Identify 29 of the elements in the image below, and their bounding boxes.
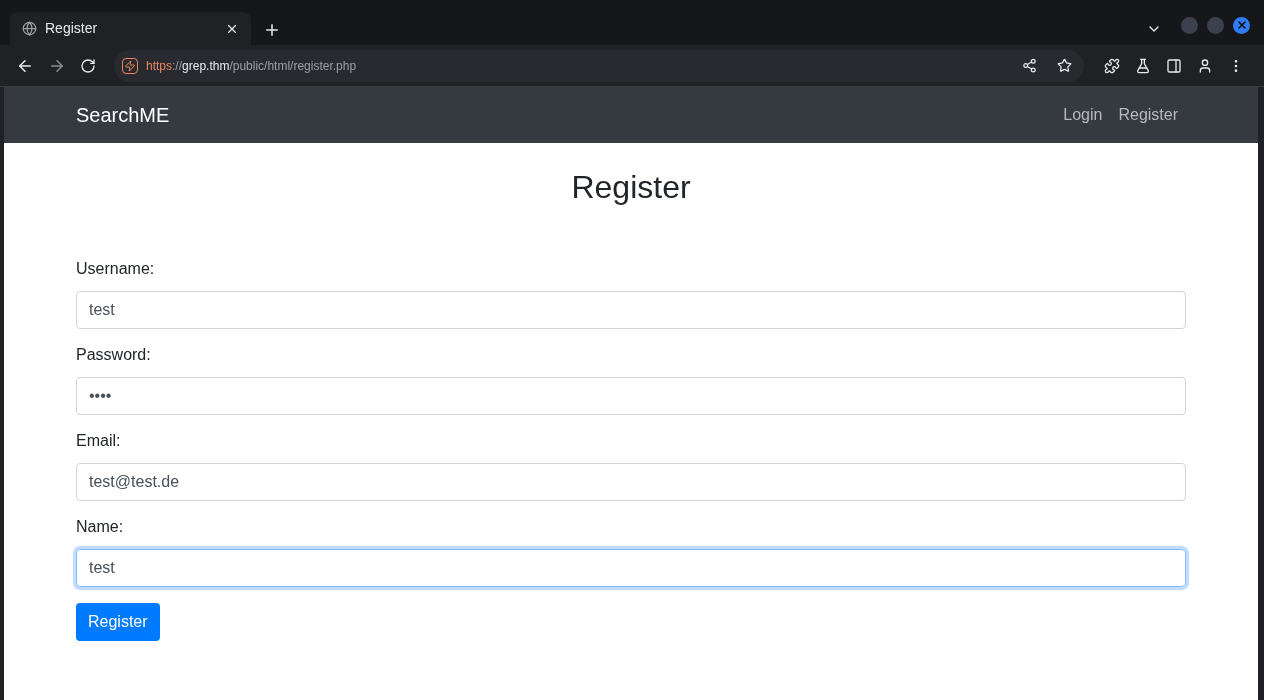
field-label: Password:	[76, 345, 152, 365]
nav-link[interactable]: Register	[1118, 103, 1178, 127]
star-icon[interactable]	[1057, 58, 1072, 73]
input-field[interactable]: ••••	[76, 377, 1186, 415]
side-panel-icon[interactable]	[1166, 57, 1182, 74]
browser-tab[interactable]: Register	[10, 12, 251, 45]
profile-icon[interactable]	[1197, 57, 1213, 74]
nav-link[interactable]: Login	[1063, 103, 1103, 127]
input-field[interactable]: test@test.de	[76, 463, 1186, 501]
globe-icon	[22, 21, 37, 36]
new-tab-icon[interactable]	[263, 21, 281, 39]
close-icon	[1235, 19, 1248, 31]
field-label: Email:	[76, 431, 122, 451]
page-heading: Register	[571, 168, 691, 207]
input-field[interactable]: test	[76, 291, 1186, 329]
reload-icon[interactable]	[80, 57, 96, 74]
address-bar[interactable]: https://grep.thm/public/html/register.php	[114, 49, 1084, 82]
puzzle-icon[interactable]	[1104, 57, 1120, 74]
url-text: https://grep.thm/public/html/register.php	[146, 57, 358, 75]
flask-icon[interactable]	[1135, 57, 1151, 74]
lightning-icon	[122, 57, 138, 74]
share-icon[interactable]	[1022, 58, 1037, 73]
input-field[interactable]: test	[76, 549, 1186, 587]
close-button[interactable]	[1233, 16, 1250, 34]
tab-title: Register	[45, 19, 99, 38]
brand-link[interactable]: SearchME	[76, 100, 1048, 130]
register-button[interactable]: Register	[76, 603, 160, 641]
field-label: Username:	[76, 259, 156, 279]
field-label: Name:	[76, 517, 125, 537]
